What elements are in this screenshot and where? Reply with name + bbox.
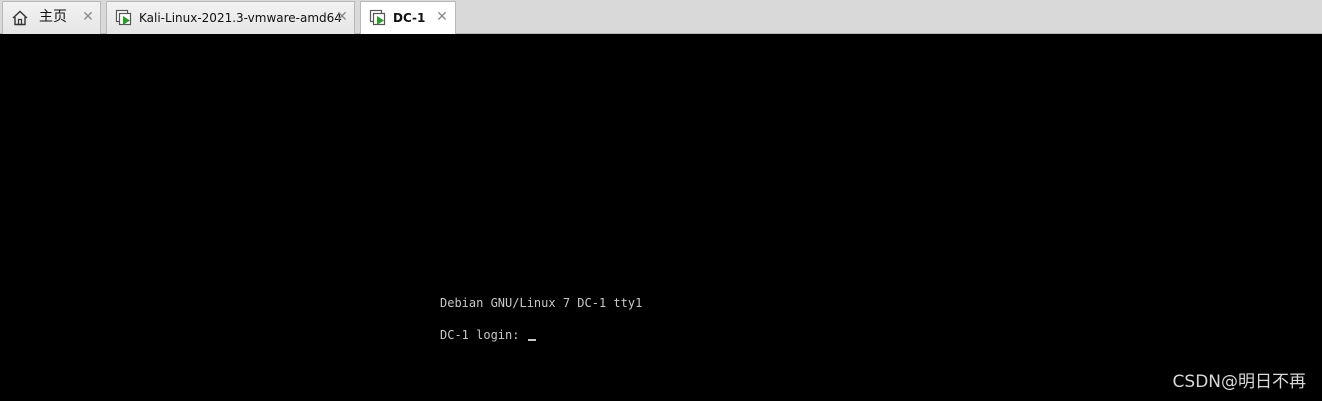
text-cursor [527,339,536,341]
tab-kali-linux-label: Kali-Linux-2021.3-vmware-amd64 [139,11,342,25]
watermark: CSDN@明日不再 [1172,372,1306,392]
close-icon[interactable]: ✕ [82,10,94,24]
vm-running-icon [369,9,387,27]
close-icon[interactable]: ✕ [436,10,448,24]
tab-dc-1-label: DC-1 [393,11,426,25]
tab-dc-1[interactable]: DC-1 ✕ [360,1,456,35]
tab-kali-linux[interactable]: Kali-Linux-2021.3-vmware-amd64 ✕ [106,1,355,34]
vm-running-icon [115,9,133,27]
vm-console-screen[interactable]: Debian GNU/Linux 7 DC-1 tty1 DC-1 login: [0,34,1322,401]
tab-bar: 主页 ✕ Kali-Linux-2021.3-vmware-amd64 ✕ DC… [0,0,1322,35]
login-prompt: DC-1 login: [440,328,527,342]
console-banner: Debian GNU/Linux 7 DC-1 tty1 [440,296,643,310]
login-line[interactable]: DC-1 login: [440,328,536,342]
home-icon [11,9,29,27]
tab-home-label: 主页 [39,9,67,25]
close-icon[interactable]: ✕ [336,10,348,24]
tab-home[interactable]: 主页 ✕ [2,1,101,34]
